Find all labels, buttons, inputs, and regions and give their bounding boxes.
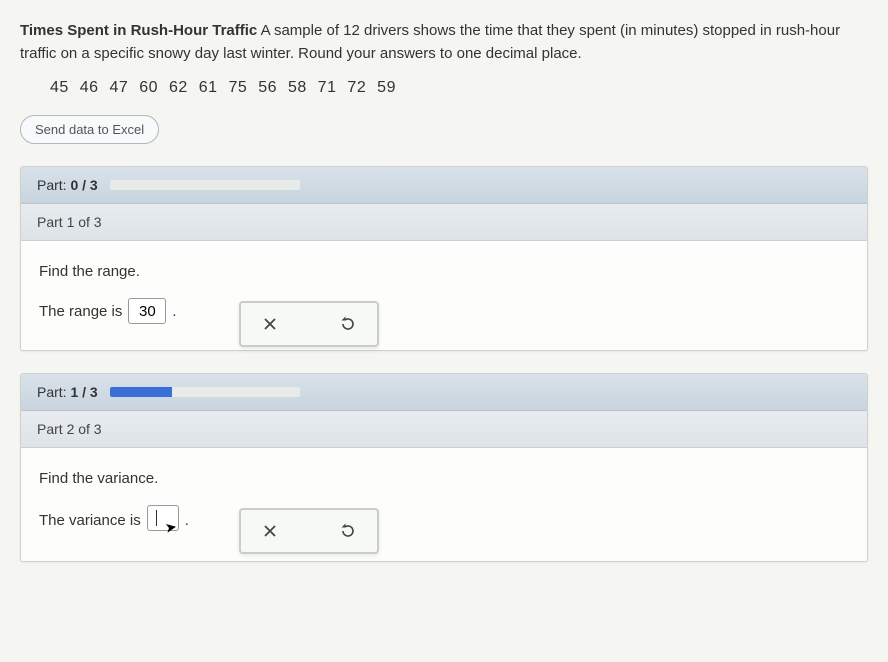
part-2-answer-line: The variance is ➤ .: [39, 505, 849, 535]
part-1-prompt: Find the range.: [39, 263, 849, 280]
close-icon[interactable]: [255, 311, 285, 337]
answer-prefix-2: The variance is: [39, 512, 141, 529]
answer-suffix-1: .: [172, 303, 176, 320]
progress-label-prefix: Part:: [37, 177, 70, 193]
part-2-prompt: Find the variance.: [39, 470, 849, 487]
cursor-icon: ➤: [163, 518, 178, 537]
progress-bar-1: [110, 387, 300, 397]
problem-title: Times Spent in Rush-Hour Traffic: [20, 22, 257, 39]
reset-icon[interactable]: [333, 518, 363, 544]
action-toolbar-1: [239, 301, 379, 347]
progress-header-1: Part: 1 / 3: [21, 374, 867, 411]
part-1-answer-line: The range is .: [39, 298, 849, 324]
answer-suffix-2: .: [185, 512, 189, 529]
part-1-panel: Part: 1 / 3 Part 2 of 3 Find the varianc…: [20, 373, 868, 562]
part-0-panel: Part: 0 / 3 Part 1 of 3 Find the range. …: [20, 166, 868, 351]
progress-header-0: Part: 0 / 3: [21, 167, 867, 204]
data-values: 45 46 47 60 62 61 75 56 58 71 72 59: [20, 79, 868, 97]
send-to-excel-button[interactable]: Send data to Excel: [20, 115, 159, 144]
range-input[interactable]: [128, 298, 166, 324]
answer-prefix-1: The range is: [39, 303, 122, 320]
part-1-body: Find the range. The range is .: [21, 241, 867, 350]
part-2-body: Find the variance. The variance is ➤ .: [21, 448, 867, 561]
action-toolbar-2: [239, 508, 379, 554]
part-1-subheader: Part 1 of 3: [21, 204, 867, 241]
close-icon[interactable]: [255, 518, 285, 544]
progress-value-0: 0 / 3: [70, 177, 97, 193]
progress-bar-0: [110, 180, 300, 190]
problem-statement: Times Spent in Rush-Hour Traffic A sampl…: [20, 20, 868, 65]
progress-label-prefix-2: Part:: [37, 384, 70, 400]
part-2-subheader: Part 2 of 3: [21, 411, 867, 448]
progress-value-1: 1 / 3: [70, 384, 97, 400]
reset-icon[interactable]: [333, 311, 363, 337]
